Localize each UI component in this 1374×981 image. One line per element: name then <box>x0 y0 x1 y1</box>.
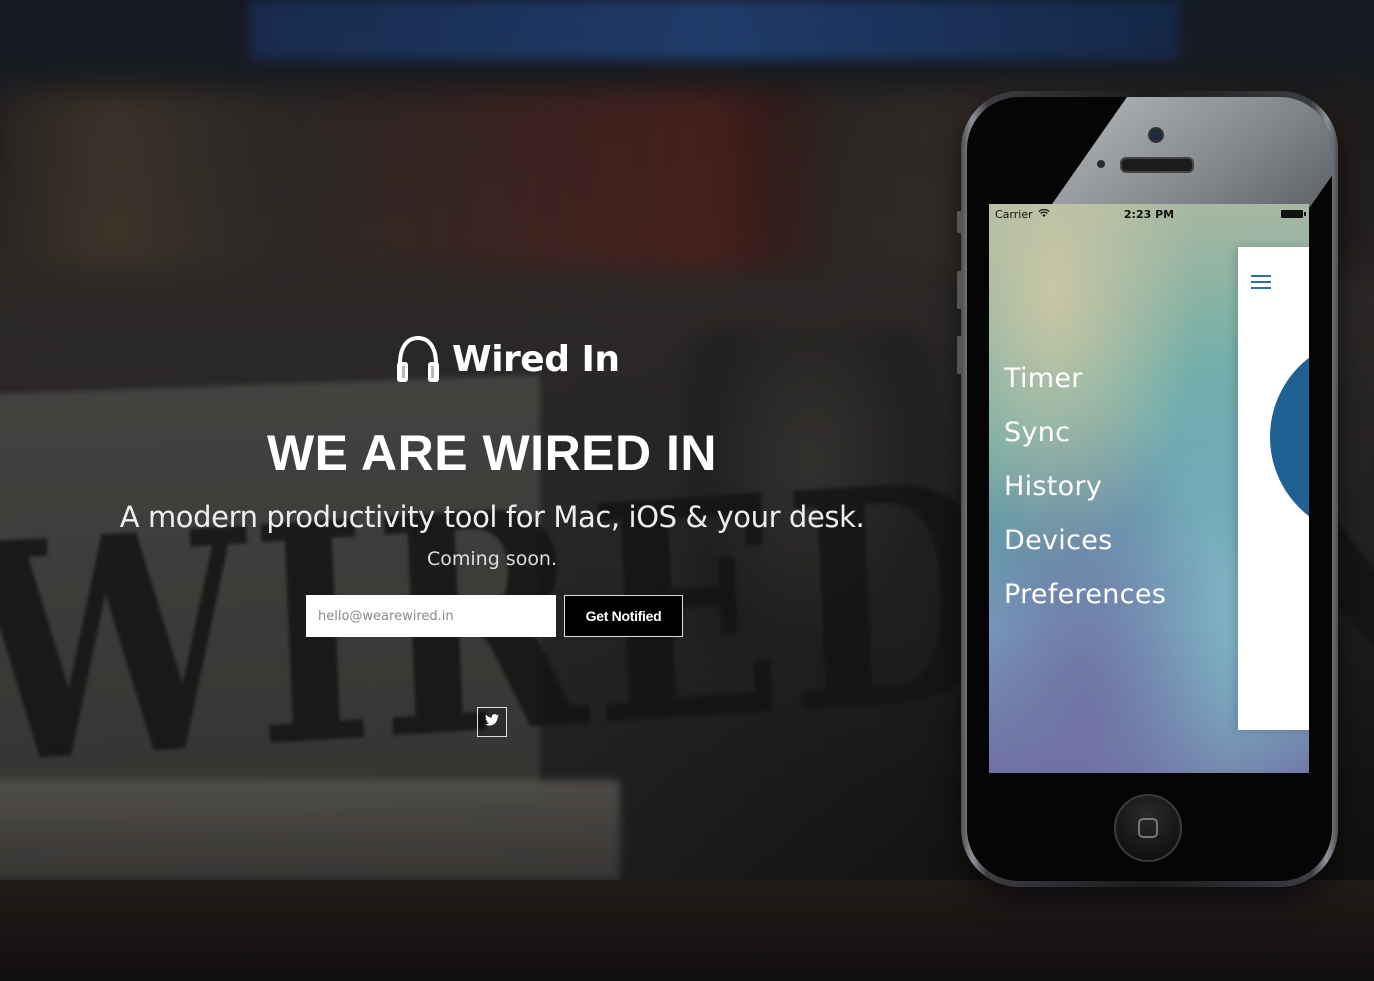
menu-item-devices[interactable]: Devices <box>1004 521 1166 575</box>
status-time: 2:23 PM <box>1123 208 1175 221</box>
sensor-icon <box>1097 160 1105 168</box>
get-notified-button[interactable]: Get Notified <box>564 595 683 637</box>
phone-glare <box>1049 97 1332 207</box>
phone-body: Carrier 2:23 PM Timer Sync History Devic… <box>967 97 1332 881</box>
home-button <box>1114 794 1182 862</box>
coming-soon-text: Coming soon. <box>426 548 558 570</box>
headphones-icon <box>396 334 440 384</box>
tagline: A modern productivity tool for Mac, iOS … <box>119 500 865 534</box>
menu-item-timer[interactable]: Timer <box>1004 359 1166 413</box>
home-square-icon <box>1138 818 1158 838</box>
status-bar: Carrier 2:23 PM <box>989 204 1309 224</box>
menu-item-preferences[interactable]: Preferences <box>1004 575 1166 629</box>
phone-mockup: Carrier 2:23 PM Timer Sync History Devic… <box>957 91 1338 887</box>
timer-circle[interactable] <box>1270 337 1309 537</box>
app-menu: Timer Sync History Devices Preferences <box>1004 359 1166 629</box>
hamburger-menu-icon[interactable] <box>1251 275 1271 289</box>
phone-screen: Carrier 2:23 PM Timer Sync History Devic… <box>989 204 1309 773</box>
email-field[interactable] <box>306 595 556 637</box>
twitter-icon <box>485 713 499 731</box>
speaker-grille <box>1120 157 1194 173</box>
page-title: WE ARE WIRED IN <box>266 425 718 481</box>
landing-page: WIRED IN Wired In WE ARE WIRED IN A mode… <box>0 0 1374 981</box>
main-content-panel[interactable] <box>1238 247 1309 730</box>
mute-switch <box>957 211 962 233</box>
volume-down-button <box>957 336 962 374</box>
camera-icon <box>1148 127 1164 143</box>
menu-item-sync[interactable]: Sync <box>1004 413 1166 467</box>
hero-section: Wired In WE ARE WIRED IN A modern produc… <box>0 0 984 981</box>
brand-name: Wired In <box>452 338 620 380</box>
volume-up-button <box>957 271 962 309</box>
menu-item-history[interactable]: History <box>1004 467 1166 521</box>
twitter-link[interactable] <box>477 707 507 737</box>
battery-icon <box>1281 210 1306 218</box>
brand-logo[interactable]: Wired In <box>396 333 620 385</box>
